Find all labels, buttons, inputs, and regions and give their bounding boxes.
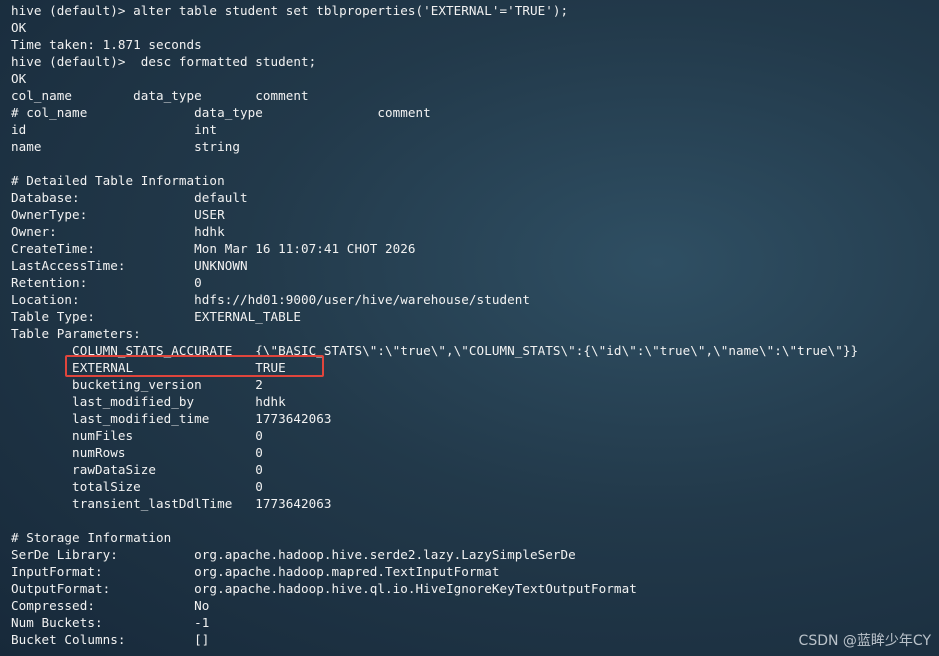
terminal-line: name string <box>11 139 240 154</box>
terminal-line: OwnerType: USER <box>11 207 225 222</box>
terminal-line: Table Parameters: <box>11 326 141 341</box>
terminal-output[interactable]: hive (default)> alter table student set … <box>0 0 939 656</box>
external-row-highlight <box>65 355 324 377</box>
terminal-line: Table Type: EXTERNAL_TABLE <box>11 309 302 324</box>
terminal-line: col_name data_type comment <box>11 88 309 103</box>
terminal-line: rawDataSize 0 <box>11 462 263 477</box>
terminal-line: Compressed: No <box>11 598 210 613</box>
terminal-line: Database: default <box>11 190 248 205</box>
terminal-line: Location: hdfs://hd01:9000/user/hive/war… <box>11 292 530 307</box>
terminal-line: numRows 0 <box>11 445 263 460</box>
terminal-line: Time taken: 1.871 seconds <box>11 37 202 52</box>
terminal-line: InputFormat: org.apache.hadoop.mapred.Te… <box>11 564 500 579</box>
terminal-line: CreateTime: Mon Mar 16 11:07:41 CHOT 202… <box>11 241 416 256</box>
terminal-line: Bucket Columns: [] <box>11 632 210 647</box>
terminal-line: hive (default)> alter table student set … <box>11 3 569 18</box>
terminal-line: # Storage Information <box>11 530 172 545</box>
terminal-line: id int <box>11 122 218 137</box>
terminal-line: last_modified_by hdhk <box>11 394 286 409</box>
terminal-line: # col_name data_type comment <box>11 105 431 120</box>
terminal-line: SerDe Library: org.apache.hadoop.hive.se… <box>11 547 576 562</box>
terminal-line: # Detailed Table Information <box>11 173 225 188</box>
terminal-line: LastAccessTime: UNKNOWN <box>11 258 248 273</box>
terminal-line: OK <box>11 71 27 86</box>
terminal-line: hive (default)> desc formatted student; <box>11 54 317 69</box>
terminal-line: bucketing_version 2 <box>11 377 263 392</box>
terminal-line: OK <box>11 20 27 35</box>
terminal-line: OutputFormat: org.apache.hadoop.hive.ql.… <box>11 581 637 596</box>
terminal-line: transient_lastDdlTime 1773642063 <box>11 496 332 511</box>
terminal-line: Num Buckets: -1 <box>11 615 210 630</box>
terminal-line: last_modified_time 1773642063 <box>11 411 332 426</box>
terminal-line: Owner: hdhk <box>11 224 225 239</box>
terminal-line: Retention: 0 <box>11 275 202 290</box>
terminal-line: totalSize 0 <box>11 479 263 494</box>
terminal-line: numFiles 0 <box>11 428 263 443</box>
csdn-watermark: CSDN @蓝眸少年CY <box>798 633 931 649</box>
